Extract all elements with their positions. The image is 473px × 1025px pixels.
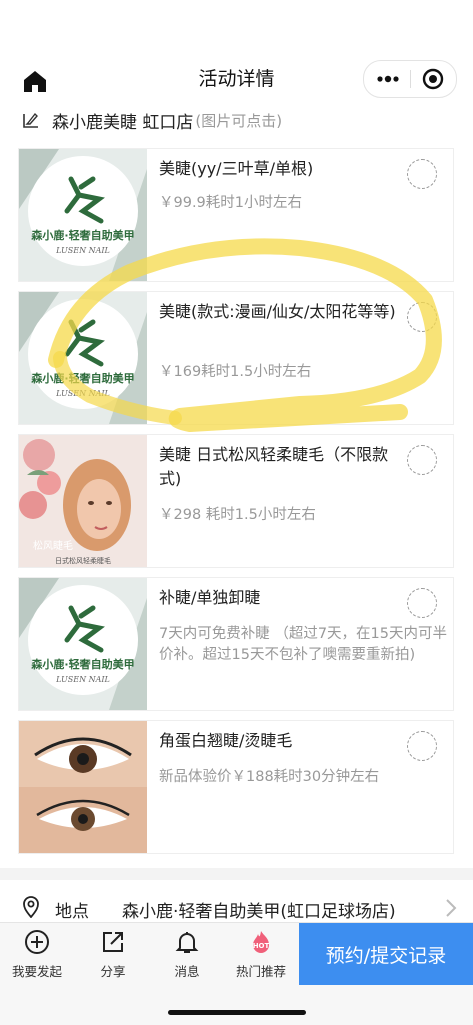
service-desc: ￥169耗时1.5小时左右 xyxy=(159,364,312,380)
service-desc: ￥99.9耗时1小时左右 xyxy=(159,195,303,211)
capsule-divider xyxy=(410,70,411,88)
edit-icon xyxy=(23,112,38,128)
select-checkbox[interactable] xyxy=(407,731,437,761)
service-desc: 7天内可免费补睫 （超过7天，在15天内可半价补。超过15天不包补了噢需要重新拍… xyxy=(159,626,448,663)
brand-logo-text: 森小鹿·轻奢自助美甲 xyxy=(31,657,134,671)
select-checkbox[interactable] xyxy=(407,159,437,189)
plus-circle-icon xyxy=(25,930,49,954)
service-title: 角蛋白翘睫/烫睫毛 xyxy=(159,731,293,750)
more-icon[interactable] xyxy=(376,71,400,87)
chevron-right-icon xyxy=(446,899,457,917)
service-title: 补睫/单独卸睫 xyxy=(159,588,261,607)
tab-label: 热门推荐 xyxy=(235,964,286,979)
store-hint: (图片可点击) xyxy=(195,111,283,130)
tab-label: 消息 xyxy=(174,964,200,979)
tab-label: 分享 xyxy=(100,964,126,979)
image-tag: 松风睫毛 xyxy=(33,539,73,552)
service-thumbnail[interactable]: 松风睫毛 日式松风轻柔睫毛 xyxy=(19,435,147,567)
tab-hot[interactable]: HOT 热门推荐 xyxy=(230,929,292,989)
tab-label: 我要发起 xyxy=(11,964,62,979)
tab-share[interactable]: 分享 xyxy=(82,929,144,989)
service-title: 美睫(yy/三叶草/单根) xyxy=(159,159,314,178)
location-value: 森小鹿·轻奢自助美甲(虹口足球场店) xyxy=(122,902,396,922)
bell-icon xyxy=(175,932,199,953)
section-divider xyxy=(0,868,473,880)
brand-logo-text: 森小鹿·轻奢自助美甲 xyxy=(31,371,134,385)
service-card[interactable]: 松风睫毛 日式松风轻柔睫毛 美睫 日式松风轻柔睫毛（不限款式) ￥298 耗时1… xyxy=(18,434,454,568)
header: 活动详情 xyxy=(0,0,473,112)
tab-messages[interactable]: 消息 xyxy=(156,929,218,989)
svg-text:HOT: HOT xyxy=(253,942,270,950)
location-pin-icon xyxy=(23,896,39,918)
brand-logo-sub: LUSEN NAIL xyxy=(55,246,110,255)
service-card[interactable]: 森小鹿·轻奢自助美甲 LUSEN NAIL 美睫(yy/三叶草/单根) ￥99.… xyxy=(18,148,454,282)
close-target-icon[interactable] xyxy=(422,68,444,90)
service-thumbnail[interactable]: 森小鹿·轻奢自助美甲 LUSEN NAIL xyxy=(19,292,147,424)
book-submit-button[interactable]: 预约/提交记录 xyxy=(299,923,473,985)
service-thumbnail[interactable] xyxy=(19,721,147,853)
service-title: 美睫(款式:漫画/仙女/太阳花等等) xyxy=(159,302,396,321)
hot-flame-icon: HOT xyxy=(253,931,270,953)
service-thumbnail[interactable]: 森小鹿·轻奢自助美甲 LUSEN NAIL xyxy=(19,149,147,281)
image-caption: 日式松风轻柔睫毛 xyxy=(55,556,111,565)
select-checkbox[interactable] xyxy=(407,302,437,332)
mini-program-capsule xyxy=(363,60,457,98)
service-thumbnail[interactable]: 森小鹿·轻奢自助美甲 LUSEN NAIL xyxy=(19,578,147,710)
brand-logo-sub: LUSEN NAIL xyxy=(55,389,110,398)
service-card[interactable]: 森小鹿·轻奢自助美甲 LUSEN NAIL 补睫/单独卸睫 7天内可免费补睫 （… xyxy=(18,577,454,711)
service-title: 美睫 日式松风轻柔睫毛（不限款式) xyxy=(159,445,389,488)
home-indicator xyxy=(168,1010,306,1015)
brand-logo-text: 森小鹿·轻奢自助美甲 xyxy=(31,228,134,242)
location-label: 地点 xyxy=(55,902,89,922)
tab-initiate[interactable]: 我要发起 xyxy=(6,929,68,989)
brand-logo-sub: LUSEN NAIL xyxy=(55,675,110,684)
service-card[interactable]: 角蛋白翘睫/烫睫毛 新品体验价￥188耗时30分钟左右 xyxy=(18,720,454,854)
service-desc: 新品体验价￥188耗时30分钟左右 xyxy=(159,769,380,785)
select-checkbox[interactable] xyxy=(407,445,437,475)
select-checkbox[interactable] xyxy=(407,588,437,618)
service-card[interactable]: 森小鹿·轻奢自助美甲 LUSEN NAIL 美睫(款式:漫画/仙女/太阳花等等)… xyxy=(18,291,454,425)
service-desc: ￥298 耗时1.5小时左右 xyxy=(159,507,316,523)
share-icon xyxy=(103,932,123,952)
